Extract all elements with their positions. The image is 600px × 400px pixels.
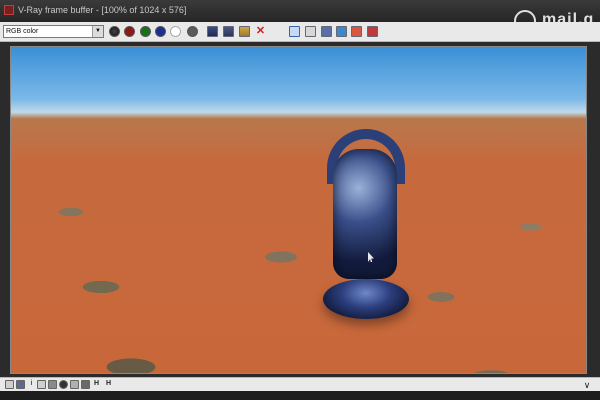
white-swatch-icon[interactable] <box>170 26 181 37</box>
vfb-toolbar: RGB color ▼ ✕ <box>0 22 600 42</box>
info-icon[interactable]: i <box>27 380 36 389</box>
expand-panel-icon[interactable]: ∨ <box>582 380 592 390</box>
hide-icon-2[interactable]: H <box>104 380 113 389</box>
vray-app-icon <box>4 5 14 15</box>
level-icon[interactable] <box>16 380 25 389</box>
hide-icon-1[interactable]: H <box>92 380 101 389</box>
load-image-icon[interactable] <box>239 26 250 37</box>
taskbar-strip <box>0 391 600 400</box>
track-mouse-icon[interactable] <box>289 26 300 37</box>
window-title: V-Ray frame buffer - [100% of 1024 x 576… <box>18 5 187 15</box>
cursor-info-icon[interactable] <box>37 380 46 389</box>
rendered-statue <box>323 129 409 319</box>
clear-image-icon[interactable]: ✕ <box>255 26 266 37</box>
region-render-icon[interactable] <box>305 26 316 37</box>
desert-ground <box>11 117 586 373</box>
render-viewport[interactable] <box>10 46 587 374</box>
statue-body <box>333 149 397 279</box>
green-channel-icon[interactable] <box>140 26 151 37</box>
lens-effects-icon[interactable] <box>367 26 378 37</box>
lut-icon[interactable] <box>48 380 57 389</box>
vfb-history-icon[interactable] <box>336 26 347 37</box>
stamp-icon[interactable] <box>70 380 79 389</box>
render-last-icon[interactable] <box>321 26 332 37</box>
lens-icon[interactable] <box>81 380 90 389</box>
frame-icon[interactable] <box>5 380 14 389</box>
color-correct-icon[interactable] <box>351 26 362 37</box>
title-bar: V-Ray frame buffer - [100% of 1024 x 576… <box>0 0 600 22</box>
blue-channel-icon[interactable] <box>155 26 166 37</box>
correction-icon[interactable] <box>59 380 68 389</box>
channel-color-icon[interactable] <box>109 26 120 37</box>
channel-select[interactable]: RGB color ▼ <box>3 25 104 38</box>
statue-base <box>323 279 409 319</box>
alpha-channel-icon[interactable] <box>187 26 198 37</box>
vfb-bottom-bar: i H H ∨ <box>0 377 600 391</box>
save-image-icon[interactable] <box>207 26 218 37</box>
chevron-down-icon: ▼ <box>92 26 103 37</box>
channel-select-value: RGB color <box>6 28 39 35</box>
save-all-icon[interactable] <box>223 26 234 37</box>
red-channel-icon[interactable] <box>124 26 135 37</box>
